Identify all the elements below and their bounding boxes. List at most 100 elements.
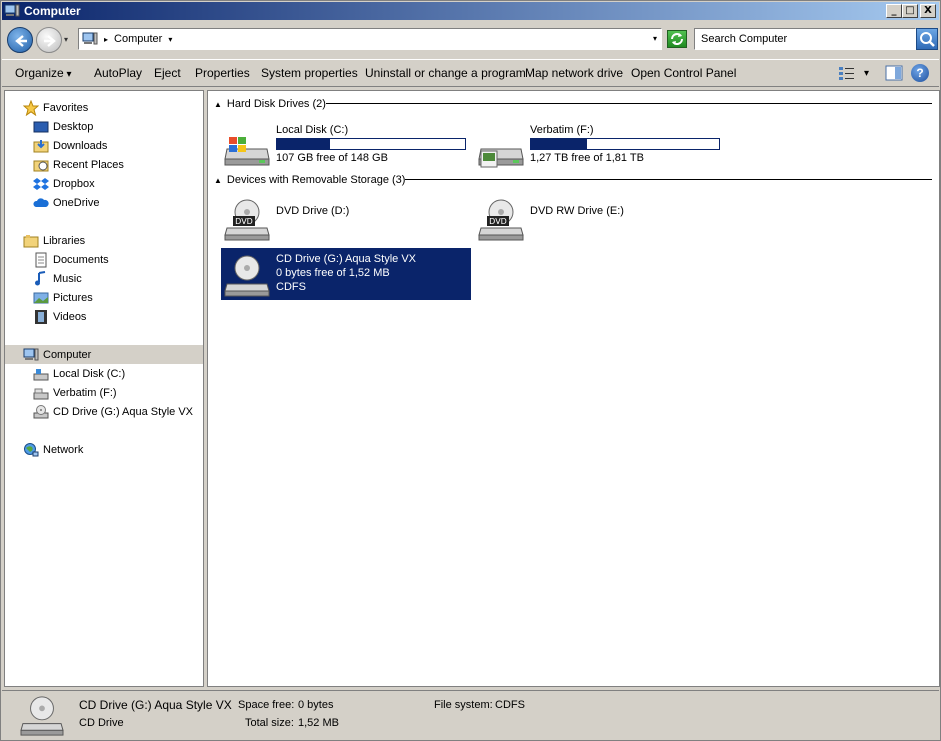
help-icon[interactable]: ? bbox=[911, 64, 929, 82]
forward-button[interactable] bbox=[36, 27, 62, 53]
drive-usage-bar bbox=[530, 138, 720, 150]
nav-local-disk[interactable]: Local Disk (C:) bbox=[33, 364, 231, 383]
music-note-icon bbox=[35, 270, 46, 285]
window-controls: _ □ X bbox=[886, 4, 936, 18]
search-input[interactable]: Search Computer bbox=[694, 28, 916, 50]
nav-videos[interactable]: Videos bbox=[33, 307, 231, 326]
nav-libraries[interactable]: Libraries bbox=[23, 231, 221, 250]
view-options-chevron-down-icon[interactable]: ▾ bbox=[864, 68, 869, 79]
address-row: ▾ ▸ Computer ▾ ▾ Search Computer bbox=[2, 21, 939, 57]
autoplay-button[interactable]: AutoPlay bbox=[94, 66, 142, 80]
nav-label: Verbatim (F:) bbox=[53, 386, 117, 399]
nav-label: Recent Places bbox=[53, 158, 124, 171]
nav-dropbox[interactable]: Dropbox bbox=[33, 174, 231, 193]
maximize-button[interactable]: □ bbox=[902, 4, 918, 18]
drive-free-space: 1,27 TB free of 1,81 TB bbox=[530, 152, 644, 164]
nav-computer[interactable]: Computer bbox=[5, 345, 203, 364]
group-hard-disk-drives[interactable]: ▲ Hard Disk Drives (2) bbox=[214, 96, 326, 112]
drive-tile-d[interactable]: DVD DVD Drive (D:) bbox=[221, 192, 471, 244]
breadcrumb-separator-icon[interactable]: ▸ bbox=[104, 35, 108, 44]
nav-label: Documents bbox=[53, 253, 109, 266]
drive-tile-f[interactable]: Verbatim (F:) 1,27 TB free of 1,81 TB bbox=[475, 119, 725, 171]
total-size-label: Total size: bbox=[245, 717, 294, 729]
properties-button[interactable]: Properties bbox=[195, 66, 250, 80]
content-pane: ▲ Hard Disk Drives (2) Local Disk (C:) 1… bbox=[207, 90, 940, 687]
drive-tile-g[interactable]: CD Drive (G:) Aqua Style VX 0 bytes free… bbox=[221, 248, 471, 300]
search-icon bbox=[920, 32, 935, 47]
cd-drive-icon bbox=[33, 404, 49, 418]
computer-icon bbox=[82, 32, 98, 45]
breadcrumb-chevron-icon[interactable]: ▾ bbox=[168, 35, 172, 44]
recent-pages-dropdown-icon[interactable]: ▾ bbox=[64, 35, 68, 44]
organize-button[interactable]: Organize bbox=[15, 66, 72, 80]
hard-drive-icon bbox=[33, 368, 49, 380]
drive-name: Verbatim (F:) bbox=[530, 124, 594, 136]
nav-onedrive[interactable]: OneDrive bbox=[33, 193, 231, 212]
nav-network[interactable]: Network bbox=[23, 440, 221, 459]
uninstall-program-button[interactable]: Uninstall or change a program bbox=[365, 66, 526, 80]
arrow-right-icon bbox=[44, 35, 56, 47]
close-button[interactable]: X bbox=[920, 4, 936, 18]
drive-tile-c[interactable]: Local Disk (C:) 107 GB free of 148 GB bbox=[221, 119, 471, 171]
nav-recent-places[interactable]: Recent Places bbox=[33, 155, 231, 174]
change-view-icon[interactable] bbox=[838, 65, 856, 81]
minimize-button[interactable]: _ bbox=[886, 4, 902, 18]
drive-tile-e[interactable]: DVD DVD RW Drive (E:) bbox=[475, 192, 725, 244]
hard-drive-windows-icon bbox=[224, 137, 270, 166]
usage-fill bbox=[531, 139, 588, 149]
libraries-icon bbox=[23, 234, 39, 247]
details-type: CD Drive bbox=[79, 717, 124, 729]
collapse-triangle-icon[interactable]: ▲ bbox=[214, 100, 222, 109]
drive-name: DVD RW Drive (E:) bbox=[530, 205, 624, 217]
preview-pane-icon[interactable] bbox=[885, 65, 903, 81]
drive-name: Local Disk (C:) bbox=[276, 124, 349, 136]
nav-label: Pictures bbox=[53, 291, 93, 304]
nav-cd-drive[interactable]: CD Drive (G:) Aqua Style VX bbox=[33, 402, 231, 421]
network-icon bbox=[24, 442, 39, 456]
collapse-triangle-icon[interactable]: ▲ bbox=[214, 176, 222, 185]
total-size-value: 1,52 MB bbox=[298, 717, 339, 729]
title-bar[interactable]: Computer _ □ X bbox=[2, 2, 939, 20]
dvd-label: DVD bbox=[489, 217, 507, 226]
drive-name: DVD Drive (D:) bbox=[276, 205, 350, 217]
cd-drive-icon bbox=[20, 696, 64, 736]
space-free-value: 0 bytes bbox=[298, 699, 334, 711]
group-removable-storage[interactable]: ▲ Devices with Removable Storage (3) bbox=[214, 172, 405, 188]
nav-label: Favorites bbox=[43, 101, 89, 114]
nav-verbatim[interactable]: Verbatim (F:) bbox=[33, 383, 231, 402]
nav-label: Computer bbox=[43, 348, 92, 361]
back-button[interactable] bbox=[7, 27, 33, 53]
map-network-drive-button[interactable]: Map network drive bbox=[525, 66, 623, 80]
nav-label: Network bbox=[43, 443, 84, 456]
star-icon bbox=[23, 99, 39, 116]
film-icon bbox=[35, 309, 47, 324]
nav-music[interactable]: Music bbox=[33, 269, 231, 288]
nav-label: Local Disk (C:) bbox=[53, 367, 126, 380]
nav-documents[interactable]: Documents bbox=[33, 250, 231, 269]
command-bar: Organize AutoPlay Eject Properties Syste… bbox=[2, 59, 939, 87]
usage-fill bbox=[277, 139, 330, 149]
explorer-window: Computer _ □ X ▾ ▸ Computer ▾ ▾ Search C… bbox=[0, 0, 941, 741]
drive-file-system: CDFS bbox=[276, 281, 306, 293]
cd-drive-icon bbox=[224, 255, 270, 297]
breadcrumb-computer[interactable]: Computer bbox=[114, 33, 162, 45]
eject-button[interactable]: Eject bbox=[154, 66, 181, 80]
details-name: CD Drive (G:) Aqua Style VX bbox=[79, 698, 232, 712]
nav-label: OneDrive bbox=[53, 196, 100, 209]
hard-drive-icon bbox=[33, 388, 49, 399]
nav-label: Downloads bbox=[53, 139, 108, 152]
nav-downloads[interactable]: Downloads bbox=[33, 136, 231, 155]
refresh-button[interactable] bbox=[667, 30, 687, 48]
nav-pictures[interactable]: Pictures bbox=[33, 288, 231, 307]
system-properties-button[interactable]: System properties bbox=[261, 66, 358, 80]
nav-favorites[interactable]: Favorites bbox=[23, 98, 221, 117]
nav-desktop[interactable]: Desktop bbox=[33, 117, 231, 136]
nav-label: Videos bbox=[53, 310, 87, 323]
nav-label: Libraries bbox=[43, 234, 86, 247]
dvd-drive-icon: DVD bbox=[224, 199, 270, 241]
open-control-panel-button[interactable]: Open Control Panel bbox=[631, 66, 736, 80]
search-button[interactable] bbox=[916, 28, 938, 50]
view-controls: ▾ ? bbox=[838, 64, 929, 82]
address-bar[interactable]: ▸ Computer ▾ ▾ bbox=[78, 28, 662, 50]
address-history-dropdown-icon[interactable]: ▾ bbox=[653, 34, 657, 43]
